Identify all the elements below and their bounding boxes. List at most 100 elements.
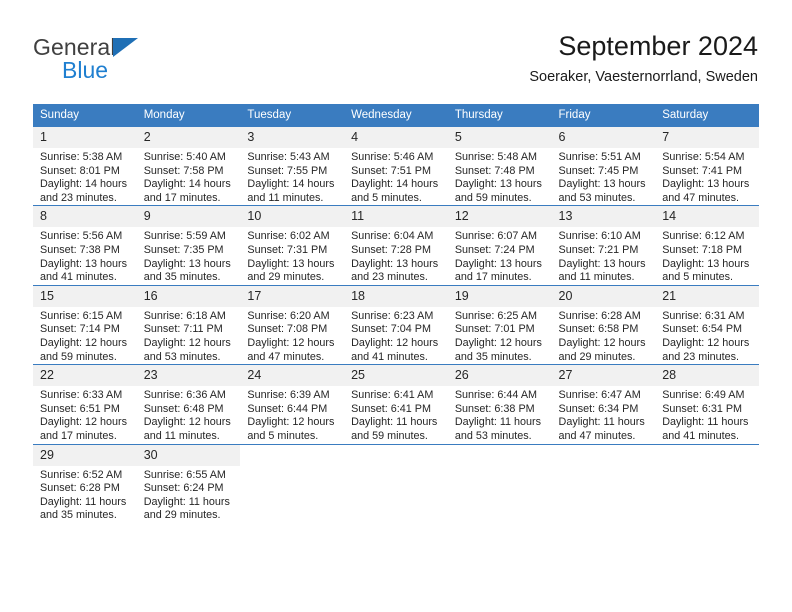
day-sun-info: Sunrise: 6:20 AM Sunset: 7:08 PM Daylight:… [240, 307, 344, 364]
calendar-day-cell[interactable]: 27 Sunrise: 6:47 AM Sunset: 6:34 PM Dayligh… [551, 364, 656, 444]
calendar-day-cell[interactable]: 21 Sunrise: 6:31 AM Sunset: 6:54 PM Dayligh… [655, 284, 759, 365]
calendar-day-cell[interactable]: 17 Sunrise: 6:20 AM Sunset: 7:08 PM Dayligh… [240, 284, 345, 365]
day-sunset-text: Sunset: 7:11 PM [143, 323, 223, 336]
calendar-day-cell[interactable]: 19 Sunrise: 6:25 AM Sunset: 7:01 PM Dayligh… [447, 284, 552, 365]
day-sunrise-text: Sunrise: 6:25 AM [454, 309, 538, 322]
day-sun-info: Sunrise: 6:52 AM Sunset: 6:28 PM Daylight:… [33, 466, 137, 523]
day-sun-info [240, 466, 344, 469]
calendar-day-cell[interactable]: 7 Sunrise: 5:54 AM Sunset: 7:41 PM Daylight… [655, 125, 759, 206]
calendar-day-cell[interactable]: 26 Sunrise: 6:44 AM Sunset: 6:38 PM Dayligh… [447, 364, 552, 444]
day-number: 26 [447, 365, 552, 387]
calendar-day-cell[interactable]: 11 Sunrise: 6:04 AM Sunset: 7:28 PM Dayligh… [344, 205, 448, 286]
day-daylight1-text: Daylight: 12 hours [454, 336, 542, 349]
day-sun-info [344, 466, 448, 469]
day-daylight1-text: Daylight: 12 hours [143, 336, 231, 349]
day-daylight2-text: and 17 minutes. [454, 271, 532, 284]
day-sun-info [448, 466, 552, 469]
day-sunrise-text: Sunrise: 5:54 AM [662, 151, 745, 163]
day-daylight2-text: and 59 minutes. [454, 191, 532, 204]
day-number: 15 [33, 285, 137, 307]
calendar-day-cell[interactable]: 13 Sunrise: 6:10 AM Sunset: 7:21 PM Dayligh… [551, 205, 656, 286]
calendar-day-cell[interactable]: 30 Sunrise: 6:55 AM Sunset: 6:24 PM Dayligh… [136, 443, 241, 523]
day-daylight1-text: Daylight: 14 hours [143, 178, 231, 191]
calendar-day-cell[interactable]: 23 Sunrise: 6:36 AM Sunset: 6:48 PM Dayligh… [136, 364, 241, 444]
day-sunrise-text: Sunrise: 6:47 AM [558, 389, 641, 402]
day-sunrise-text: Sunrise: 6:04 AM [351, 230, 434, 243]
day-sunset-text: Sunset: 6:51 PM [40, 402, 120, 415]
day-daylight2-text: and 53 minutes. [558, 191, 636, 204]
day-sun-info: Sunrise: 6:41 AM Sunset: 6:41 PM Daylight:… [344, 386, 448, 443]
day-sun-info: Sunrise: 5:56 AM Sunset: 7:38 PM Daylight:… [33, 227, 137, 284]
weekday-header-thursday: Thursday [447, 104, 552, 127]
day-daylight1-text: Daylight: 13 hours [143, 257, 231, 270]
day-sun-info: Sunrise: 5:46 AM Sunset: 7:51 PM Daylight:… [344, 148, 448, 205]
day-sunset-text: Sunset: 7:51 PM [351, 164, 431, 177]
day-daylight2-text: and 5 minutes. [662, 271, 734, 284]
day-sunset-text: Sunset: 6:48 PM [143, 402, 224, 415]
day-number: 27 [551, 365, 656, 387]
day-sunset-text: Sunset: 6:41 PM [351, 402, 431, 415]
triangle-flag-icon [113, 38, 138, 57]
day-number: 25 [344, 365, 448, 387]
calendar-week-row: 15 Sunrise: 6:15 AM Sunset: 7:14 PM Dayligh… [33, 284, 759, 365]
day-daylight1-text: Daylight: 12 hours [40, 336, 128, 349]
calendar-day-cell[interactable]: 4 Sunrise: 5:46 AM Sunset: 7:51 PM Daylight… [344, 125, 448, 206]
calendar-day-cell[interactable]: 1 Sunrise: 5:38 AM Sunset: 8:01 PM Daylight… [33, 125, 137, 206]
calendar-day-cell[interactable]: 8 Sunrise: 5:56 AM Sunset: 7:38 PM Daylight… [33, 205, 137, 286]
day-sun-info: Sunrise: 6:49 AM Sunset: 6:31 PM Daylight:… [655, 386, 759, 443]
day-number: 7 [655, 127, 759, 148]
day-daylight1-text: Daylight: 11 hours [40, 495, 127, 508]
day-number: 9 [136, 206, 241, 228]
calendar-day-cell[interactable]: 14 Sunrise: 6:12 AM Sunset: 7:18 PM Dayligh… [655, 205, 759, 286]
day-daylight2-text: and 47 minutes. [247, 350, 325, 363]
day-sun-info: Sunrise: 5:51 AM Sunset: 7:45 PM Daylight:… [552, 148, 656, 205]
calendar-day-cell[interactable]: 5 Sunrise: 5:48 AM Sunset: 7:48 PM Daylight… [447, 125, 552, 206]
day-sunset-text: Sunset: 7:18 PM [662, 243, 743, 256]
day-sun-info [552, 466, 656, 469]
calendar-day-cell[interactable]: 9 Sunrise: 5:59 AM Sunset: 7:35 PM Daylight… [136, 205, 241, 286]
day-sunset-text: Sunset: 6:34 PM [558, 402, 639, 415]
day-daylight2-text: and 53 minutes. [454, 429, 532, 442]
day-daylight1-text: Daylight: 13 hours [662, 178, 750, 191]
day-sunrise-text: Sunrise: 6:02 AM [247, 230, 330, 243]
calendar-day-cell[interactable]: 18 Sunrise: 6:23 AM Sunset: 7:04 PM Dayligh… [344, 284, 448, 365]
calendar-day-cell[interactable]: 15 Sunrise: 6:15 AM Sunset: 7:14 PM Dayligh… [33, 284, 137, 365]
day-number: 2 [136, 127, 241, 148]
day-daylight1-text: Daylight: 14 hours [247, 178, 335, 191]
day-daylight2-text: and 23 minutes. [351, 271, 428, 284]
calendar-day-cell[interactable]: 2 Sunrise: 5:40 AM Sunset: 7:58 PM Daylight… [136, 125, 241, 206]
day-sunset-text: Sunset: 7:24 PM [454, 243, 535, 256]
calendar-day-cell[interactable]: 16 Sunrise: 6:18 AM Sunset: 7:11 PM Dayligh… [136, 284, 241, 365]
calendar-day-cell[interactable]: 29 Sunrise: 6:52 AM Sunset: 6:28 PM Dayligh… [33, 443, 137, 523]
calendar-day-cell[interactable]: 20 Sunrise: 6:28 AM Sunset: 6:58 PM Dayligh… [551, 284, 656, 365]
sunrise-sunset-calendar: Sunday Monday Tuesday Wednesday Thursday… [33, 104, 759, 523]
page-header: General Blue September 2024 Soeraker, Va… [0, 0, 792, 100]
day-number: 1 [33, 127, 137, 148]
day-sunset-text: Sunset: 6:31 PM [662, 402, 743, 415]
calendar-day-cell[interactable]: 24 Sunrise: 6:39 AM Sunset: 6:44 PM Dayligh… [240, 364, 345, 444]
day-daylight1-text: Daylight: 11 hours [662, 416, 749, 429]
calendar-day-cell[interactable]: 10 Sunrise: 6:02 AM Sunset: 7:31 PM Dayligh… [240, 205, 345, 286]
calendar-week-row: 1 Sunrise: 5:38 AM Sunset: 8:01 PM Daylight… [33, 125, 759, 206]
generalblue-logo[interactable]: General Blue [33, 34, 213, 86]
day-sunset-text: Sunset: 7:35 PM [143, 243, 224, 256]
calendar-day-cell[interactable]: 12 Sunrise: 6:07 AM Sunset: 7:24 PM Dayligh… [447, 205, 552, 286]
day-daylight1-text: Daylight: 14 hours [40, 178, 128, 191]
day-sun-info: Sunrise: 6:23 AM Sunset: 7:04 PM Daylight:… [344, 307, 448, 364]
calendar-day-cell[interactable]: 22 Sunrise: 6:33 AM Sunset: 6:51 PM Dayligh… [33, 364, 137, 444]
day-sunset-text: Sunset: 7:21 PM [558, 243, 639, 256]
day-sunset-text: Sunset: 7:08 PM [247, 323, 328, 336]
calendar-day-cell[interactable]: 28 Sunrise: 6:49 AM Sunset: 6:31 PM Dayligh… [655, 364, 759, 444]
day-sunset-text: Sunset: 7:31 PM [247, 243, 328, 256]
day-daylight1-text: Daylight: 12 hours [40, 416, 128, 429]
calendar-day-cell[interactable]: 6 Sunrise: 5:51 AM Sunset: 7:45 PM Daylight… [551, 125, 656, 206]
calendar-day-cell[interactable]: 3 Sunrise: 5:43 AM Sunset: 7:55 PM Daylight… [240, 125, 345, 206]
day-number [655, 444, 759, 466]
day-sunrise-text: Sunrise: 6:10 AM [558, 230, 641, 243]
calendar-day-cell-empty [240, 443, 345, 523]
day-daylight2-text: and 17 minutes. [143, 191, 221, 204]
calendar-week-row: 29 Sunrise: 6:52 AM Sunset: 6:28 PM Dayligh… [33, 443, 759, 523]
day-sunrise-text: Sunrise: 5:40 AM [143, 151, 226, 163]
day-number: 17 [240, 285, 345, 307]
calendar-day-cell[interactable]: 25 Sunrise: 6:41 AM Sunset: 6:41 PM Dayligh… [344, 364, 448, 444]
